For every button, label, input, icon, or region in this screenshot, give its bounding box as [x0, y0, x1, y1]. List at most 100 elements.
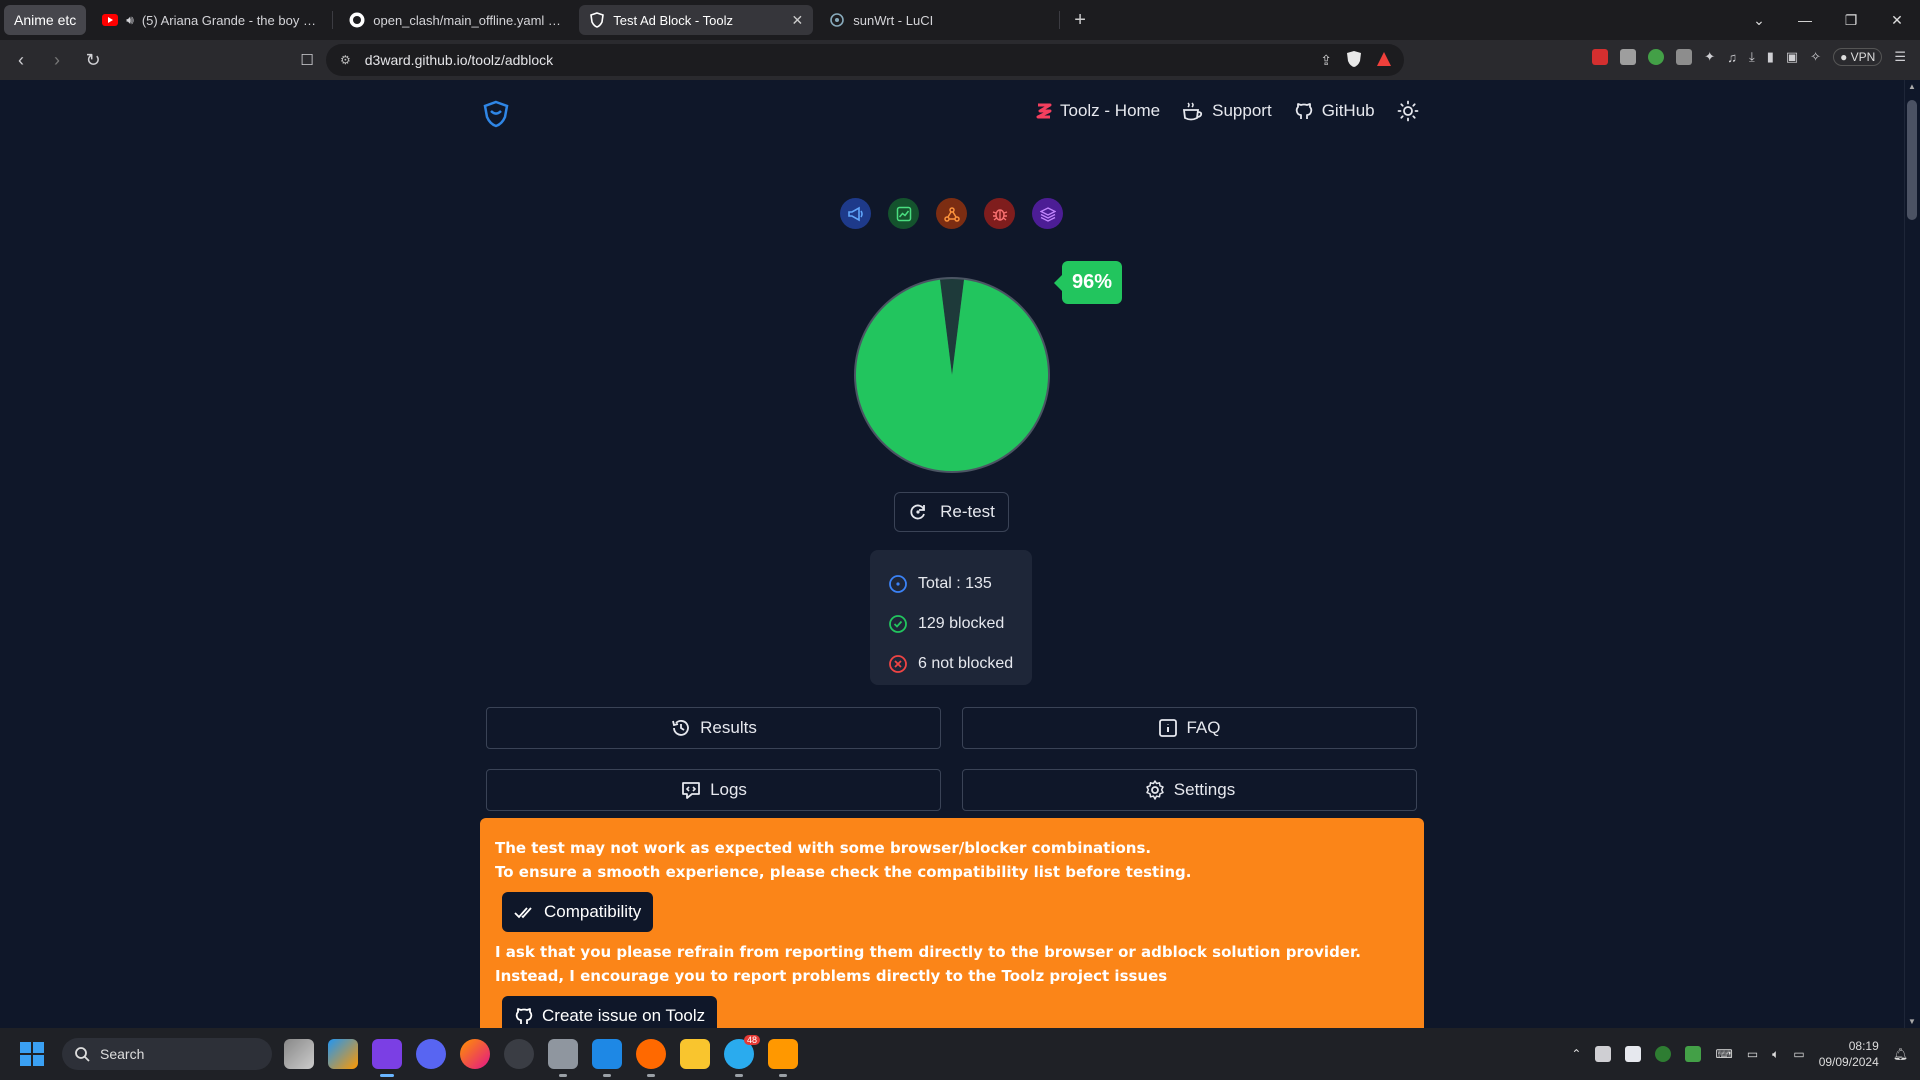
app-tray-icon[interactable]	[1655, 1046, 1672, 1062]
media-icon[interactable]: ♫	[1727, 50, 1737, 65]
tab-github[interactable]: open_clash/main_offline.yaml at ma	[339, 5, 573, 35]
start-button[interactable]	[20, 1042, 44, 1066]
battery-icon[interactable]: ▭	[1793, 1047, 1804, 1061]
mix-category-icon[interactable]	[1032, 198, 1063, 229]
brave-rewards-icon[interactable]	[1376, 51, 1392, 70]
retest-label: Re-test	[940, 502, 995, 521]
sidebar-icon[interactable]: ▮	[1767, 49, 1774, 65]
keyboard-icon[interactable]: ⌨	[1715, 1047, 1732, 1061]
github-icon	[515, 1008, 533, 1024]
create-issue-label: Create issue on Toolz	[542, 1006, 706, 1025]
clock[interactable]: 08:19 09/09/2024	[1819, 1038, 1879, 1070]
tab-youtube[interactable]: 🔊︎ (5) Ariana Grande - the boy is m	[92, 5, 326, 35]
share-icon[interactable]: ⇪	[1320, 52, 1332, 69]
scroll-up-icon[interactable]: ▲	[1907, 82, 1917, 91]
stat-blocked-label: 129 blocked	[918, 615, 1005, 632]
site-navigation: Toolz - Home Support GitHub	[1036, 100, 1419, 122]
back-icon[interactable]: ‹	[6, 50, 36, 71]
discord-icon[interactable]	[416, 1039, 446, 1069]
windows-taskbar: Search 48 ⌃ ⌨ ▭ 🔈︎ ▭ 08:19 09/09/2024 🔔︎	[0, 1028, 1920, 1080]
results-label: Results	[700, 718, 757, 737]
scrollbar-thumb[interactable]	[1907, 100, 1917, 220]
database-icon[interactable]	[548, 1039, 578, 1077]
test-category-icons	[840, 198, 1063, 229]
profile-button[interactable]: Anime etc	[4, 5, 87, 35]
logs-button[interactable]: Logs	[486, 769, 941, 811]
leo-ai-icon[interactable]: ✧	[1810, 49, 1821, 65]
tab-list-icon[interactable]: ⌄	[1736, 12, 1782, 29]
create-issue-button[interactable]: Create issue on Toolz	[502, 996, 718, 1028]
forward-icon[interactable]: ›	[42, 50, 72, 71]
network-icon[interactable]: ▭	[1747, 1047, 1758, 1061]
score-percent-badge: 96%	[1053, 261, 1123, 304]
tab-test-ad-block[interactable]: Test Ad Block - Toolz ✕	[579, 5, 814, 35]
firefox-icon[interactable]	[460, 1039, 490, 1069]
volume-icon[interactable]: 🔈︎	[1772, 1047, 1779, 1062]
tab-title: (5) Ariana Grande - the boy is m	[141, 12, 317, 28]
sublime-text-icon[interactable]	[768, 1039, 798, 1077]
score-pie-chart	[854, 277, 1050, 473]
tray-overflow-icon[interactable]: ⌃	[1571, 1047, 1581, 1061]
faq-button[interactable]: FAQ	[962, 707, 1417, 749]
tab-title: Test Ad Block - Toolz	[613, 12, 733, 28]
alert-line-4: Instead, I encourage you to report probl…	[495, 967, 1168, 985]
nav-github-link[interactable]: GitHub	[1294, 101, 1375, 121]
telegram-icon[interactable]: 48	[724, 1035, 760, 1077]
new-tab-icon[interactable]: +	[1074, 9, 1086, 32]
scroll-down-icon[interactable]: ▼	[1907, 1017, 1917, 1026]
notifications-icon[interactable]: 🔔︎	[1893, 1047, 1908, 1061]
settings-button[interactable]: Settings	[962, 769, 1417, 811]
search-label: Search	[100, 1046, 145, 1062]
error-monitoring-category-icon[interactable]	[984, 198, 1015, 229]
file-explorer-icon[interactable]	[680, 1039, 710, 1069]
close-window-icon[interactable]: ✕	[1874, 12, 1920, 29]
reload-icon[interactable]: ↻	[78, 50, 108, 71]
bookmark-icon[interactable]: ☐	[292, 51, 322, 69]
refresh-icon	[910, 504, 925, 520]
minimize-icon[interactable]: —	[1782, 12, 1828, 28]
stat-total-label: Total : 135	[918, 575, 992, 592]
extension-image-icon[interactable]	[1676, 49, 1693, 65]
github-icon	[1295, 103, 1312, 119]
speedometer-icon[interactable]	[504, 1039, 534, 1069]
nav-support-link[interactable]: Support	[1182, 101, 1272, 121]
vscode-icon[interactable]	[592, 1039, 622, 1077]
tab-luci[interactable]: sunWrt - LuCI	[819, 5, 1053, 35]
download-icon[interactable]: ⤓	[1749, 49, 1755, 65]
vpn-button[interactable]: ● VPN	[1833, 48, 1883, 66]
browser-toolbar: ‹ › ↻ ☐ ⚙︎ d3ward.github.io/toolz/adbloc…	[0, 40, 1920, 80]
speaker-icon[interactable]: 🔊︎	[126, 13, 134, 28]
ublock-icon[interactable]	[1620, 49, 1637, 65]
analytics-category-icon[interactable]	[888, 198, 919, 229]
brave-browser-icon[interactable]	[372, 1039, 402, 1077]
retest-button[interactable]: Re-test	[894, 492, 1009, 532]
nav-support-label: Support	[1212, 101, 1272, 120]
compatibility-button[interactable]: Compatibility	[502, 892, 654, 932]
telegram-tray-icon[interactable]	[1625, 1046, 1642, 1062]
mi-app-icon[interactable]	[636, 1039, 666, 1077]
wallet-icon[interactable]: ▣	[1786, 49, 1798, 65]
theme-toggle-button[interactable]	[1397, 100, 1419, 122]
close-tab-icon[interactable]: ✕	[792, 12, 804, 29]
menu-icon[interactable]: ☰	[1894, 49, 1906, 65]
security-tray-icon[interactable]	[1685, 1046, 1702, 1062]
ads-category-icon[interactable]	[840, 198, 871, 229]
faq-label: FAQ	[1186, 718, 1221, 737]
trackers-category-icon[interactable]	[936, 198, 967, 229]
results-button[interactable]: Results	[486, 707, 941, 749]
nav-home-link[interactable]: Toolz - Home	[1036, 101, 1160, 121]
info-square-icon	[1159, 719, 1178, 737]
taskbar-search[interactable]: Search	[62, 1038, 272, 1070]
widgets-icon[interactable]	[328, 1039, 358, 1069]
site-settings-icon[interactable]: ⚙︎	[340, 53, 351, 67]
extensions-icon[interactable]: ✦	[1704, 49, 1715, 65]
toolz-logo-icon[interactable]	[482, 100, 510, 128]
discord-tray-icon[interactable]	[1595, 1046, 1612, 1062]
address-bar[interactable]: ⚙︎ d3ward.github.io/toolz/adblock ⇪	[326, 44, 1404, 76]
task-view-icon[interactable]	[284, 1039, 314, 1069]
extension-b-icon[interactable]	[1592, 49, 1609, 65]
page-scrollbar[interactable]: ▲ ▼	[1904, 80, 1920, 1028]
brave-shields-icon[interactable]	[1346, 50, 1362, 71]
restore-icon[interactable]: ❐	[1828, 12, 1874, 29]
extension-plus-icon[interactable]	[1648, 49, 1665, 65]
